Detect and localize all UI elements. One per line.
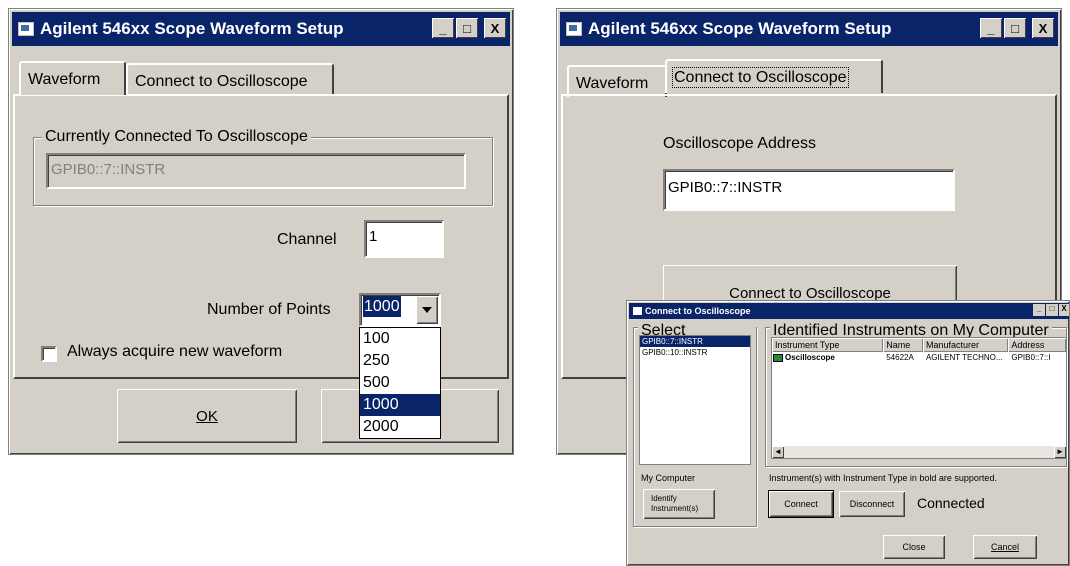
app-icon: [18, 22, 34, 36]
instrument-type-cell: Oscilloscope: [785, 353, 835, 362]
window-title: Agilent 546xx Scope Waveform Setup: [40, 19, 344, 38]
disconnect-button[interactable]: Disconnect: [839, 491, 905, 517]
title-bar[interactable]: Connect to Oscilloscope _ □ X: [629, 303, 1069, 319]
maximize-button[interactable]: □: [1046, 304, 1058, 316]
supported-note: Instrument(s) with Instrument Type in bo…: [769, 473, 997, 483]
connect-button[interactable]: Connect: [768, 490, 834, 518]
column-header[interactable]: Name: [883, 338, 923, 352]
column-header[interactable]: Address: [1008, 338, 1066, 352]
points-dropdown-list[interactable]: 100 250 500 1000 2000: [359, 327, 441, 439]
app-icon: [633, 307, 642, 315]
window-title: Connect to Oscilloscope: [645, 306, 751, 316]
close-dialog-button[interactable]: Close: [883, 535, 945, 559]
my-computer-label: My Computer: [641, 473, 696, 483]
name-cell: 54622A: [886, 353, 914, 362]
instruments-table[interactable]: Instrument Type Name Manufacturer Addres…: [771, 337, 1067, 459]
minimize-button[interactable]: _: [1033, 304, 1045, 316]
minimize-button[interactable]: _: [980, 18, 1002, 38]
tab-connect-to-oscilloscope[interactable]: Connect to Oscilloscope: [126, 63, 334, 95]
option-100[interactable]: 100: [360, 328, 440, 350]
close-button[interactable]: X: [484, 18, 506, 38]
column-header[interactable]: Instrument Type: [772, 338, 883, 352]
oscilloscope-icon: [773, 354, 783, 362]
scroll-left-button[interactable]: ◄: [772, 446, 784, 458]
option-500[interactable]: 500: [360, 372, 440, 394]
minimize-button[interactable]: _: [432, 18, 454, 38]
scroll-right-button[interactable]: ►: [1054, 446, 1066, 458]
table-header: Instrument Type Name Manufacturer Addres…: [772, 338, 1066, 352]
tab-waveform[interactable]: Waveform: [19, 61, 126, 95]
waveform-setup-dialog: Agilent 546xx Scope Waveform Setup _ □ X…: [8, 8, 514, 455]
address-input[interactable]: GPIB0::7::INSTR: [663, 169, 955, 211]
tab-waveform[interactable]: Waveform: [567, 65, 667, 97]
title-bar[interactable]: Agilent 546xx Scope Waveform Setup _ □ X: [560, 12, 1058, 46]
app-icon: [566, 22, 582, 36]
ok-button[interactable]: OK: [117, 389, 297, 443]
connect-to-oscilloscope-dialog: Connect to Oscilloscope _ □ X Select Add…: [626, 300, 1070, 566]
channel-input[interactable]: 1: [364, 220, 444, 258]
list-item[interactable]: GPIB0::7::INSTR: [640, 336, 750, 347]
connection-status: Connected: [917, 495, 985, 511]
list-item[interactable]: GPIB0::10::INSTR: [640, 347, 750, 358]
checkbox-label: Always acquire new waveform: [67, 343, 283, 360]
chevron-down-icon: [422, 307, 432, 313]
address-cell: GPIB0::7::I: [1011, 353, 1051, 362]
option-2000[interactable]: 2000: [360, 416, 440, 438]
close-button[interactable]: X: [1032, 18, 1054, 38]
window-title: Agilent 546xx Scope Waveform Setup: [588, 19, 892, 38]
column-header[interactable]: Manufacturer: [923, 338, 1008, 352]
connected-address-field: GPIB0::7::INSTR: [46, 153, 466, 189]
address-list[interactable]: GPIB0::7::INSTR GPIB0::10::INSTR: [639, 335, 751, 465]
cancel-dialog-button[interactable]: Cancel: [973, 535, 1037, 559]
table-row[interactable]: Oscilloscope 54622A AGILENT TECHNO... GP…: [772, 352, 1066, 364]
points-label: Number of Points: [207, 301, 331, 318]
tab-connect-to-oscilloscope[interactable]: Connect to Oscilloscope: [665, 59, 883, 93]
close-button[interactable]: X: [1059, 304, 1069, 316]
option-250[interactable]: 250: [360, 350, 440, 372]
title-bar[interactable]: Agilent 546xx Scope Waveform Setup _ □ X: [12, 12, 510, 46]
horizontal-scrollbar[interactable]: ◄ ►: [772, 446, 1066, 458]
maximize-button[interactable]: □: [456, 18, 478, 38]
maximize-button[interactable]: □: [1004, 18, 1026, 38]
channel-label: Channel: [277, 231, 337, 248]
manufacturer-cell: AGILENT TECHNO...: [925, 353, 1003, 362]
address-label: Oscilloscope Address: [663, 135, 816, 152]
dropdown-arrow-button[interactable]: [416, 296, 438, 324]
identify-instruments-button[interactable]: Identify Instrument(s): [643, 489, 715, 519]
group-title: Currently Connected To Oscilloscope: [42, 128, 311, 146]
always-acquire-checkbox[interactable]: [41, 346, 57, 362]
option-1000[interactable]: 1000: [360, 394, 440, 416]
